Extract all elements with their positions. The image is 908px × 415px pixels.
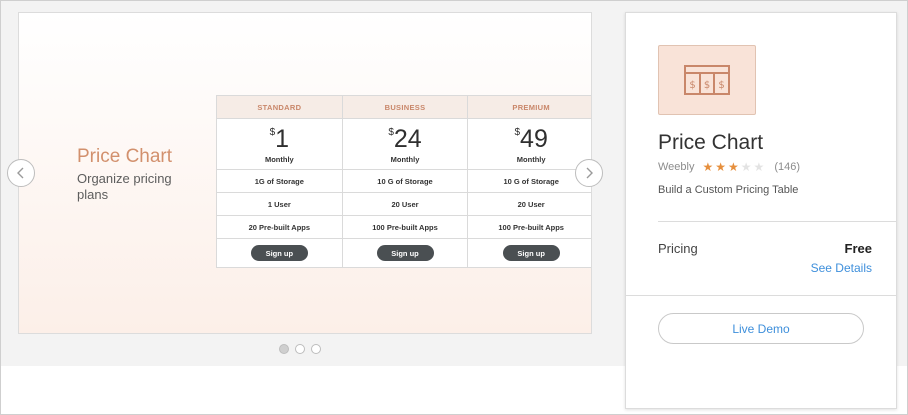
svg-text:$: $ — [704, 80, 710, 91]
carousel-dot-2[interactable] — [295, 344, 305, 354]
currency-symbol: $ — [514, 127, 521, 138]
star-icon: ★ — [728, 160, 739, 174]
plan-price: $1 — [217, 119, 342, 155]
app-details-card: $ $ $ Price Chart Weebly ★ ★ ★ ★ ★ (146)… — [625, 12, 897, 409]
svg-text:$: $ — [689, 80, 695, 91]
review-count: (146) — [774, 161, 800, 173]
app-title: Price Chart — [658, 131, 764, 154]
plan-feature: 10 G of Storage — [468, 170, 591, 193]
star-icon: ★ — [715, 160, 727, 174]
carousel-dot-3[interactable] — [311, 344, 321, 354]
pricing-label: Pricing — [658, 241, 698, 256]
plan-feature: 1G of Storage — [217, 170, 342, 193]
carousel-prev-button[interactable] — [7, 159, 35, 187]
app-description: Build a Custom Pricing Table — [658, 184, 799, 196]
currency-symbol: $ — [269, 127, 276, 138]
plan-name: PREMIUM — [468, 96, 591, 119]
chevron-right-icon — [586, 167, 593, 179]
carousel-dots — [279, 344, 321, 354]
plan-price: $49 — [468, 119, 591, 155]
plan-feature: 100 Pre-built Apps — [468, 216, 591, 239]
live-demo-button[interactable]: Live Demo — [658, 313, 864, 344]
plan-column-premium: PREMIUM $49 Monthly 10 G of Storage 20 U… — [468, 96, 591, 267]
app-icon: $ $ $ — [658, 45, 756, 115]
price-table-icon: $ $ $ — [684, 65, 730, 95]
plan-column-business: BUSINESS $24 Monthly 10 G of Storage 20 … — [342, 96, 469, 267]
plan-feature: 20 Pre-built Apps — [217, 216, 342, 239]
svg-text:$: $ — [718, 80, 724, 91]
plan-feature: 1 User — [217, 193, 342, 216]
plan-period: Monthly — [342, 155, 468, 170]
plan-period: Monthly — [217, 155, 342, 170]
plan-feature: 100 Pre-built Apps — [342, 216, 468, 239]
carousel-next-button[interactable] — [575, 159, 603, 187]
star-icon: ★ — [753, 160, 765, 174]
star-icon: ★ — [702, 160, 714, 174]
plan-name: BUSINESS — [342, 96, 468, 119]
see-details-link[interactable]: See Details — [811, 261, 872, 275]
price-amount: 49 — [520, 125, 548, 153]
pricing-table-preview: STANDARD $1 Monthly 1G of Storage 1 User… — [216, 95, 591, 268]
currency-symbol: $ — [388, 127, 394, 138]
slide-title: Price Chart — [77, 146, 173, 167]
chevron-left-icon — [17, 167, 24, 179]
plan-period: Monthly — [468, 155, 591, 170]
sign-up-button[interactable]: Sign up — [250, 245, 308, 261]
plan-feature: 20 User — [468, 193, 591, 216]
price-amount: 1 — [275, 125, 290, 153]
pricing-value: Free — [844, 241, 872, 256]
plan-price: $24 — [343, 119, 468, 155]
price-amount: 24 — [393, 125, 422, 153]
divider — [626, 295, 896, 296]
rating-stars: ★ ★ ★ ★ ★ — [702, 160, 764, 174]
slide-subtitle: Organize pricing plans — [77, 171, 172, 202]
plan-feature: 20 User — [342, 193, 468, 216]
sign-up-button[interactable]: Sign up — [502, 245, 560, 261]
plan-column-standard: STANDARD $1 Monthly 1G of Storage 1 User… — [217, 96, 343, 267]
plan-name: STANDARD — [217, 96, 342, 119]
carousel-slide: Price Chart Organize pricing plans STAND… — [18, 12, 592, 334]
plan-feature: 10 G of Storage — [342, 170, 468, 193]
app-meta: Weebly ★ ★ ★ ★ ★ (146) — [658, 160, 800, 174]
sign-up-button[interactable]: Sign up — [376, 245, 434, 261]
developer-name: Weebly — [658, 161, 695, 173]
carousel-dot-1[interactable] — [279, 344, 289, 354]
star-icon: ★ — [740, 160, 752, 174]
divider — [658, 221, 896, 222]
